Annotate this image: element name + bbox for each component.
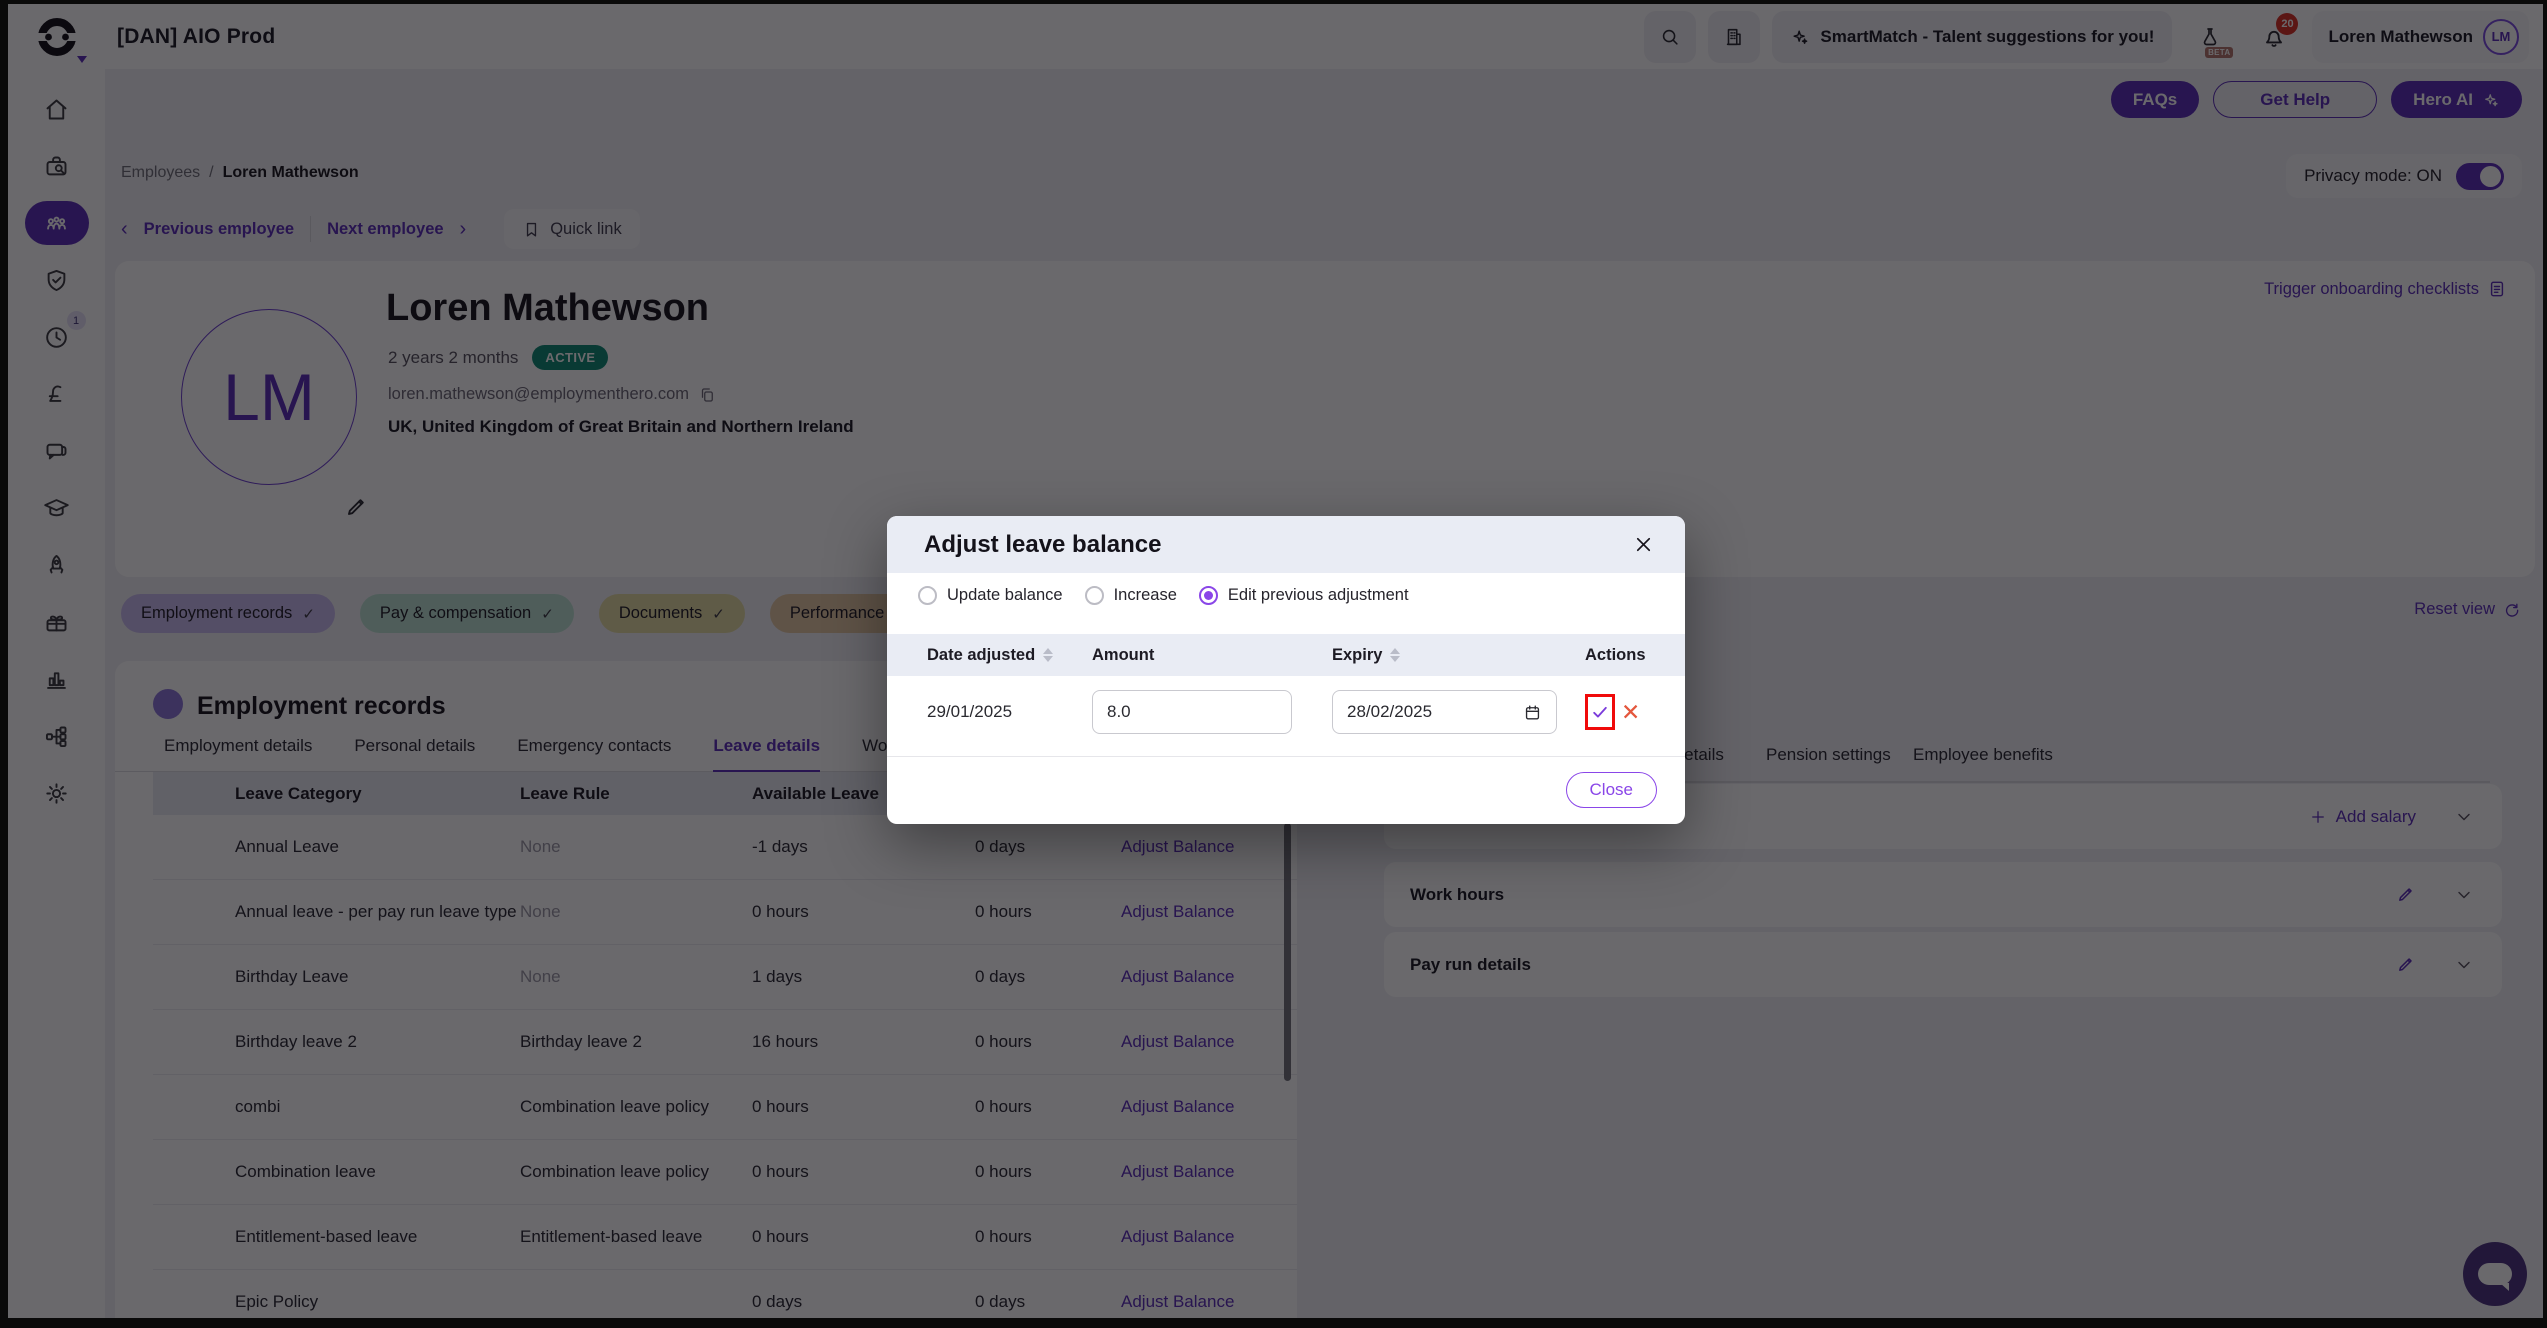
adjustment-type-options: Update balance Increase Edit previous adju…: [918, 586, 1409, 605]
radio-icon: [1084, 586, 1104, 605]
divider: [887, 756, 1685, 757]
sort-icon[interactable]: [1043, 648, 1054, 662]
action-highlight-box: [1585, 694, 1615, 730]
adjust-leave-balance-modal: Adjust leave balance Update balance Incre…: [887, 516, 1685, 824]
col-date-adjusted[interactable]: Date adjusted: [927, 646, 1092, 665]
app-window: [DAN] AIO Prod SmartMatch - Talent sugge…: [0, 0, 2547, 1328]
calendar-icon[interactable]: [1523, 703, 1542, 722]
sort-icon[interactable]: [1390, 648, 1401, 662]
radio-update-balance[interactable]: Update balance: [918, 586, 1063, 605]
close-icon[interactable]: [1632, 533, 1655, 556]
radio-edit-previous-adjustment[interactable]: Edit previous adjustment: [1198, 586, 1409, 605]
radio-selected-icon: [1198, 586, 1218, 605]
amount-input[interactable]: 8.0: [1092, 690, 1292, 734]
modal-close-button[interactable]: Close: [1565, 772, 1657, 808]
adjustment-row: 29/01/2025 8.0 28/02/2025 ✕: [887, 676, 1685, 748]
modal-title: Adjust leave balance: [924, 530, 1162, 558]
col-amount: Amount: [1092, 645, 1155, 664]
radio-increase[interactable]: Increase: [1084, 586, 1177, 605]
col-actions: Actions: [1585, 645, 1646, 664]
cancel-x-icon[interactable]: ✕: [1619, 700, 1640, 724]
modal-table-header: Date adjusted Amount Expiry Actions: [887, 634, 1685, 676]
date-adjusted-value: 29/01/2025: [927, 702, 1013, 721]
expiry-date-input[interactable]: 28/02/2025: [1332, 690, 1557, 734]
col-expiry[interactable]: Expiry: [1332, 646, 1585, 665]
radio-icon: [918, 586, 937, 605]
confirm-check-icon[interactable]: [1590, 702, 1610, 722]
